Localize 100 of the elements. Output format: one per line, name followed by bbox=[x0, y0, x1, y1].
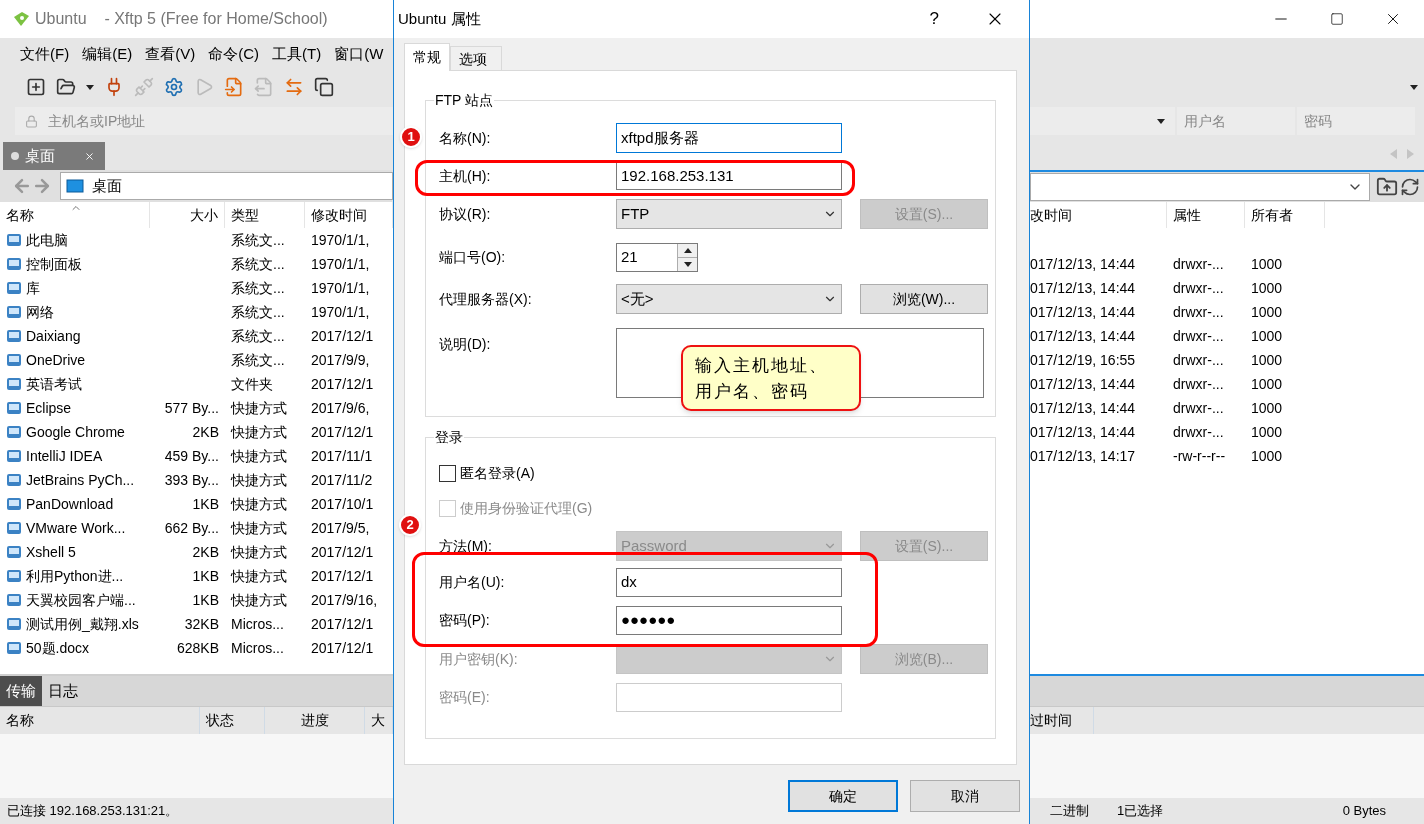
panel-tab[interactable]: 传输 bbox=[0, 676, 42, 706]
file-icon bbox=[6, 448, 22, 464]
caret-icon bbox=[86, 84, 94, 90]
file-owner: 1000 bbox=[1251, 423, 1283, 440]
file-date: 2017/9/5, bbox=[311, 519, 370, 536]
field-label: 代理服务器(X): bbox=[439, 289, 533, 309]
file-type: 系统文... bbox=[231, 279, 285, 296]
file-icon bbox=[6, 400, 22, 416]
file-date: 2017/12/1 bbox=[311, 567, 374, 584]
file-date: 2017/12/1 bbox=[311, 615, 374, 632]
field-label: 密码(P): bbox=[439, 611, 491, 630]
settings-icon[interactable] bbox=[164, 77, 184, 97]
menu-item[interactable]: 窗口(W bbox=[334, 42, 384, 66]
file-type: 快捷方式 bbox=[231, 495, 287, 512]
host-field[interactable] bbox=[1030, 107, 1175, 135]
field-label: 说明(D): bbox=[439, 335, 492, 354]
copy-icon[interactable] bbox=[314, 77, 334, 97]
file-icon bbox=[6, 280, 22, 296]
file-size: 459 By... bbox=[164, 446, 219, 466]
file-type: 系统文... bbox=[231, 303, 285, 320]
menu-item[interactable]: 编辑(E) bbox=[82, 42, 133, 66]
file-date: 017/12/13, 14:44 bbox=[1030, 303, 1136, 320]
file-name: VMware Work... bbox=[26, 518, 126, 538]
help-button[interactable]: ? bbox=[929, 6, 939, 32]
maximize-icon[interactable] bbox=[1330, 12, 1344, 26]
menu-item[interactable]: 命令(C) bbox=[208, 42, 259, 66]
file-size: 393 By... bbox=[164, 470, 219, 490]
file-date: 1970/1/1, bbox=[311, 231, 370, 248]
file-date: 2017/9/9, bbox=[311, 351, 370, 368]
file-type: 快捷方式 bbox=[231, 519, 287, 536]
input-field[interactable]: 192.168.253.131 bbox=[616, 162, 842, 190]
path-field[interactable] bbox=[1030, 173, 1370, 201]
file-size: 577 By... bbox=[164, 398, 219, 418]
group-title: FTP 站点 bbox=[434, 91, 495, 109]
dropdown[interactable]: FTP bbox=[616, 199, 842, 229]
dialog-tab[interactable]: 选项 bbox=[450, 46, 502, 70]
file-size: 1KB bbox=[192, 590, 219, 610]
file-import-icon[interactable] bbox=[224, 77, 244, 97]
back-icon[interactable] bbox=[12, 176, 32, 196]
pane-tab[interactable]: 桌面 bbox=[3, 142, 105, 170]
file-owner: 1000 bbox=[1251, 327, 1283, 344]
checkbox-label: 使用身份验证代理(G) bbox=[460, 498, 593, 518]
panel-tab[interactable]: 日志 bbox=[42, 676, 84, 706]
dialog-button[interactable]: 确定 bbox=[788, 780, 898, 812]
file-attributes: drwxr-... bbox=[1173, 351, 1224, 368]
file-type: 文件夹 bbox=[231, 375, 273, 392]
file-date: 2017/12/1 bbox=[311, 327, 374, 344]
settings-button[interactable]: 浏览(W)... bbox=[860, 284, 988, 314]
spin-up-button[interactable] bbox=[678, 244, 697, 258]
dialog-tab[interactable]: 常规 bbox=[404, 43, 450, 71]
swap-icon[interactable] bbox=[284, 77, 304, 97]
file-name: 英语考试 bbox=[26, 374, 82, 394]
file-name: 利用Python进... bbox=[26, 566, 124, 586]
file-icon bbox=[6, 424, 22, 440]
checkbox[interactable] bbox=[439, 464, 456, 482]
path-field[interactable]: 桌面 bbox=[60, 172, 393, 200]
file-icon bbox=[6, 352, 22, 368]
callout-note: 输入主机地址、 用户名、密码 bbox=[681, 345, 861, 411]
input-field[interactable]: xftpd服务器 bbox=[616, 123, 842, 153]
file-date: 2017/9/16, bbox=[311, 591, 378, 608]
desktop-icon bbox=[66, 179, 84, 193]
file-date: 1970/1/1, bbox=[311, 255, 370, 272]
file-date: 2017/11/1 bbox=[311, 447, 373, 464]
input-field[interactable]: dx bbox=[616, 568, 842, 597]
new-session-icon[interactable] bbox=[26, 77, 46, 97]
file-name: Google Chrome bbox=[26, 422, 125, 442]
file-date: 1970/1/1, bbox=[311, 279, 370, 296]
menu-item[interactable]: 查看(V) bbox=[145, 42, 196, 66]
field-label: 密码(E): bbox=[439, 688, 491, 707]
file-date: 2017/9/6, bbox=[311, 399, 370, 416]
menu-item[interactable]: 文件(F) bbox=[20, 42, 70, 66]
file-date: 017/12/13, 14:44 bbox=[1030, 255, 1136, 272]
file-date: 2017/12/1 bbox=[311, 639, 374, 656]
folder-icon[interactable] bbox=[56, 77, 76, 97]
status-text: 0 Bytes bbox=[1342, 802, 1386, 821]
dropdown[interactable]: <无> bbox=[616, 284, 842, 314]
file-icon bbox=[6, 496, 22, 512]
field-label: 名称(N): bbox=[439, 128, 492, 148]
file-date: 2017/12/1 bbox=[311, 423, 374, 440]
parent-folder-icon[interactable] bbox=[1376, 176, 1398, 198]
dialog-title: Ubuntu 属性 bbox=[398, 8, 481, 29]
file-attributes: -rw-r--r-- bbox=[1173, 447, 1226, 464]
spin-down-button[interactable] bbox=[678, 258, 697, 271]
file-icon bbox=[6, 520, 22, 536]
checkbox-label: 匿名登录(A) bbox=[460, 463, 535, 483]
refresh-icon[interactable] bbox=[1400, 177, 1420, 197]
file-size: 32KB bbox=[184, 614, 219, 634]
input-field[interactable]: ●●●●●● bbox=[616, 606, 842, 635]
file-owner: 1000 bbox=[1251, 375, 1283, 392]
file-owner: 1000 bbox=[1251, 255, 1283, 272]
down-arrow-icon bbox=[683, 262, 692, 267]
forward-icon[interactable] bbox=[32, 176, 52, 196]
dialog-button[interactable]: 取消 bbox=[910, 780, 1020, 812]
file-date: 2017/10/1 bbox=[311, 495, 374, 512]
file-type: 系统文... bbox=[231, 231, 285, 248]
menu-item[interactable]: 工具(T) bbox=[272, 42, 322, 66]
file-owner: 1000 bbox=[1251, 447, 1283, 464]
file-owner: 1000 bbox=[1251, 303, 1283, 320]
number-field[interactable]: 21 bbox=[616, 243, 698, 272]
file-name: OneDrive bbox=[26, 350, 86, 370]
